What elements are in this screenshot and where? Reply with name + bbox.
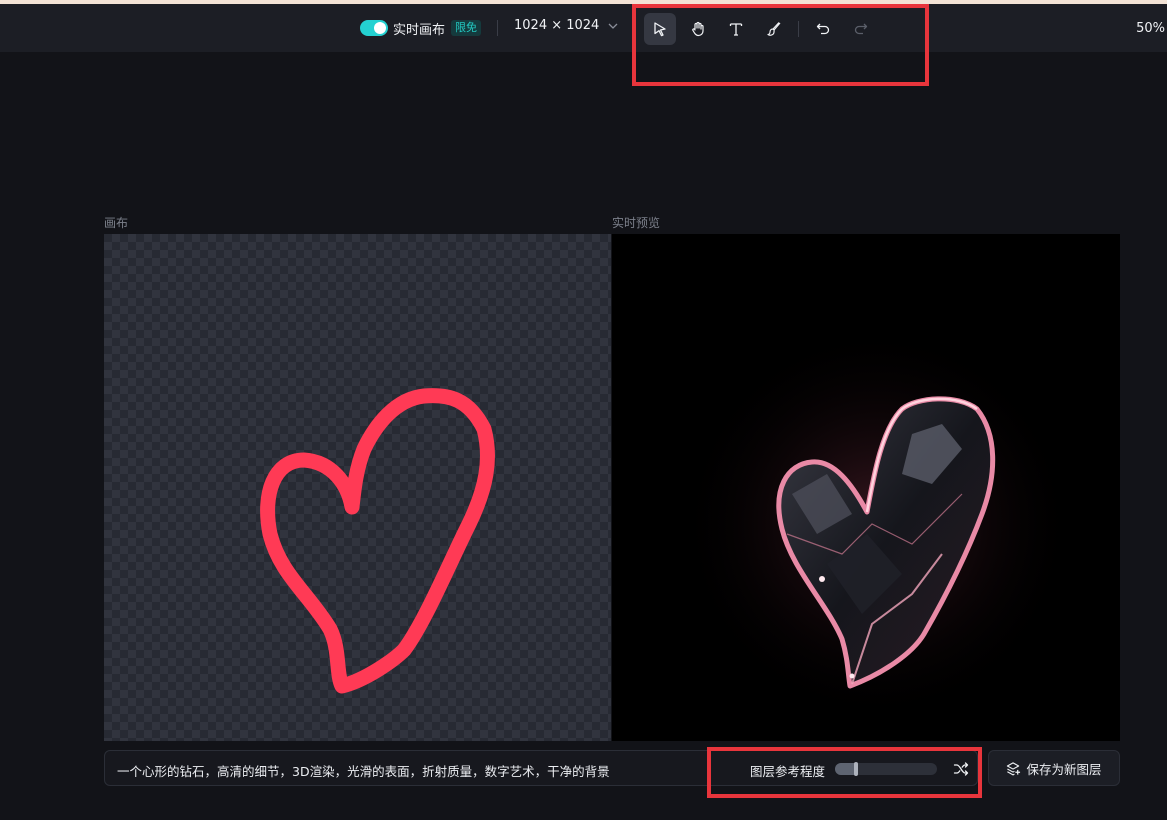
save-as-new-layer-label: 保存为新图层 <box>1026 761 1102 777</box>
toggle-knob <box>374 22 386 34</box>
canvas-size-select[interactable]: 1024 × 1024 <box>514 18 619 33</box>
preview-panel-label: 实时预览 <box>612 216 661 230</box>
free-badge: 限免 <box>451 20 482 36</box>
realtime-canvas-toggle-group: 实时画布 限免 <box>360 16 499 40</box>
top-toolbar: 实时画布 限免 1024 × 1024 50% <box>0 4 1167 52</box>
live-preview-panel <box>612 234 1120 741</box>
chevron-down-icon <box>608 23 618 29</box>
save-as-new-layer-button[interactable]: 保存为新图层 <box>988 750 1120 786</box>
annotation-box-toolbar <box>632 4 929 86</box>
toolbar-divider <box>497 20 499 36</box>
prompt-input[interactable]: 一个心形的钻石，高清的细节，3D渲染，光滑的表面，折射质量，数字艺术，干净的背景 <box>117 761 610 780</box>
diamond-heart-render <box>677 324 1077 724</box>
layers-add-icon <box>1007 761 1021 775</box>
drawing-canvas[interactable] <box>104 234 611 741</box>
annotation-box-strength <box>707 747 982 798</box>
canvas-panel-label: 画布 <box>104 216 129 230</box>
canvas-size-value: 1024 × 1024 <box>514 18 600 33</box>
heart-sketch <box>260 388 495 694</box>
zoom-level[interactable]: 50% <box>1136 21 1165 36</box>
realtime-canvas-toggle[interactable] <box>360 20 388 36</box>
realtime-canvas-label[interactable]: 实时画布 <box>393 19 445 38</box>
